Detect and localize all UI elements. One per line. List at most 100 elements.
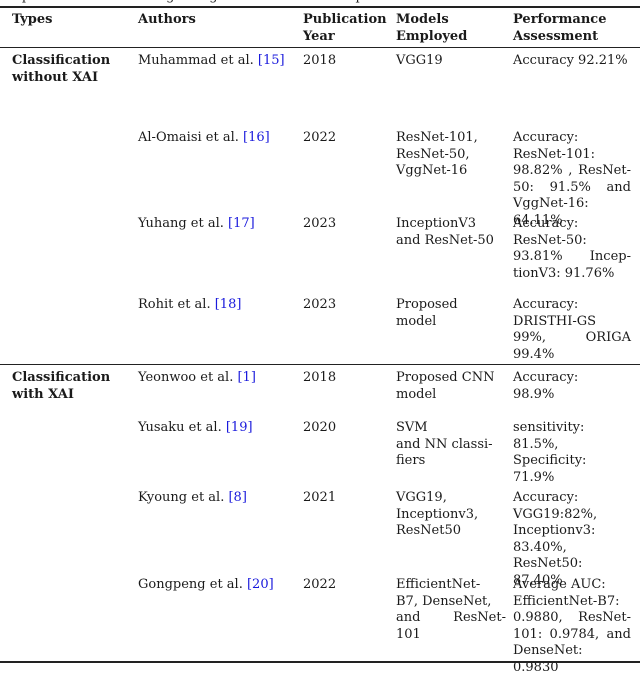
performance-line: 99.4%: [513, 346, 555, 362]
models-line: Proposed CNN: [396, 370, 495, 385]
citation-link[interactable]: [17]: [228, 216, 255, 231]
performance-line: Accuracy:: [513, 297, 579, 312]
group-type-line: without XAI: [12, 69, 99, 85]
author-cell: Muhammad et al. [15]: [138, 53, 298, 70]
models-line: and ResNet-: [396, 610, 506, 625]
group-type-line: with XAI: [12, 386, 74, 402]
models-line: InceptionV3: [396, 216, 477, 231]
performance-line: 50: 91.5% and: [513, 179, 631, 195]
header-year: Publication Year: [303, 12, 393, 45]
performance-cell: Accuracy: DRISTHI-GS 99%, ORIGA 99.4%: [513, 297, 631, 363]
year-cell: 2018: [303, 53, 337, 68]
models-line: and NN classi-: [396, 436, 493, 452]
header-performance: Performance Assessment: [513, 12, 631, 45]
citation-link[interactable]: [18]: [215, 297, 242, 312]
citation-link[interactable]: [8]: [228, 490, 246, 505]
models-line: VGG19: [396, 53, 443, 68]
performance-line: 83.40%,: [513, 539, 567, 555]
performance-line: sensitivity: 81.5%,: [513, 420, 585, 452]
year-cell: 2022: [303, 130, 337, 145]
models-line: and ResNet-50: [396, 232, 494, 248]
citation-link[interactable]: [19]: [226, 420, 253, 435]
author-cell: Rohit et al. [18]: [138, 297, 298, 314]
header-performance-line: Performance: [513, 12, 607, 27]
performance-line: 98.9%: [513, 386, 555, 402]
year-cell: 2021: [303, 490, 337, 505]
models-cell: ResNet-101, ResNet-50, VggNet-16: [396, 130, 506, 180]
citation-link[interactable]: [16]: [243, 130, 270, 145]
author-name: Muhammad et al.: [138, 53, 258, 68]
header-rule: [0, 47, 640, 48]
models-line: fiers: [396, 453, 426, 468]
group-type-label: Classification without XAI: [12, 53, 132, 86]
performance-line: VGG19:82%,: [513, 506, 598, 522]
performance-line: Accuracy:: [513, 370, 579, 385]
performance-cell: Accuracy: ResNet-50: 93.81% Incep-tionV3: …: [513, 216, 631, 282]
models-line: ResNet50: [396, 523, 461, 538]
models-line: Inceptionv3,: [396, 506, 479, 522]
author-cell: Gongpeng et al. [20]: [138, 577, 298, 594]
header-models-line: Models: [396, 12, 449, 27]
models-cell: InceptionV3 and ResNet-50: [396, 216, 506, 249]
header-year-line: Publication: [303, 12, 387, 27]
header-models: Models Employed: [396, 12, 506, 45]
year-cell: 2018: [303, 370, 337, 385]
bottom-rule: [0, 661, 640, 663]
models-cell: VGG19: [396, 53, 506, 70]
author-name: Yusaku et al.: [138, 420, 226, 435]
author-name: Kyoung et al.: [138, 490, 229, 505]
performance-cell: Accuracy: ResNet-101: 98.82% , ResNet- 50: …: [513, 130, 631, 229]
table-caption: representative works regarding classific…: [8, 0, 628, 5]
year-cell: 2022: [303, 577, 337, 592]
performance-line: Accuracy:: [513, 216, 579, 231]
models-cell: Proposed model: [396, 297, 506, 330]
author-cell: Yeonwoo et al. [1]: [138, 370, 298, 387]
author-name: Yuhang et al.: [138, 216, 228, 231]
performance-line: 101: 0.9784, and: [513, 626, 631, 642]
models-line: 101: [396, 626, 421, 642]
models-line: ResNet-50,: [396, 146, 470, 162]
performance-line: Accuracy:: [513, 490, 579, 505]
models-line: Proposed: [396, 297, 458, 312]
models-cell: Proposed CNN model: [396, 370, 506, 403]
performance-line: VggNet-16:: [513, 196, 589, 211]
performance-line: Average AUC:: [513, 577, 606, 592]
top-rule: [0, 6, 640, 8]
author-name: Rohit et al.: [138, 297, 215, 312]
models-cell: SVM and NN classi-fiers: [396, 420, 506, 470]
author-cell: Yusaku et al. [19]: [138, 420, 298, 437]
performance-line: 0.9880, ResNet-: [513, 610, 631, 625]
performance-line: DenseNet: 0.9830: [513, 643, 583, 675]
performance-cell: Accuracy: VGG19:82%, Inceptionv3: 83.40%, Re…: [513, 490, 631, 589]
author-name: Gongpeng et al.: [138, 577, 247, 592]
performance-line: DRISTHI-GS: [513, 313, 597, 329]
author-name: Yeonwoo et al.: [138, 370, 238, 385]
year-cell: 2020: [303, 420, 337, 435]
group-type-line: Classification: [12, 53, 111, 68]
citation-link[interactable]: [1]: [237, 370, 255, 385]
performance-line: ResNet-50:: [513, 232, 587, 248]
models-line: VGG19,: [396, 490, 447, 505]
performance-line: EfficientNet-B7:: [513, 593, 620, 609]
author-cell: Kyoung et al. [8]: [138, 490, 298, 507]
year-cell: 2023: [303, 216, 337, 231]
models-line: model: [396, 313, 437, 329]
citation-link[interactable]: [20]: [247, 577, 274, 592]
citation-link[interactable]: [15]: [258, 53, 285, 68]
header-performance-line: Assessment: [513, 28, 599, 44]
models-cell: VGG19, Inceptionv3, ResNet50: [396, 490, 506, 540]
performance-line: 93.81% Incep-: [513, 249, 631, 264]
year-cell: 2023: [303, 297, 337, 312]
author-name: Al-Omaisi et al.: [138, 130, 244, 145]
header-authors: Authors: [138, 12, 196, 27]
header-models-line: Employed: [396, 28, 468, 44]
models-line: SVM: [396, 420, 428, 435]
models-line: B7, DenseNet,: [396, 593, 492, 609]
models-line: ResNet-101,: [396, 130, 478, 145]
performance-line: Specificity: 71.9%: [513, 453, 587, 485]
performance-cell: Accuracy: 98.9%: [513, 370, 631, 403]
performance-cell: Accuracy 92.21%: [513, 53, 631, 70]
header-year-line: Year: [303, 28, 335, 44]
header-types: Types: [12, 12, 53, 27]
performance-line: 99%, ORIGA: [513, 330, 631, 345]
